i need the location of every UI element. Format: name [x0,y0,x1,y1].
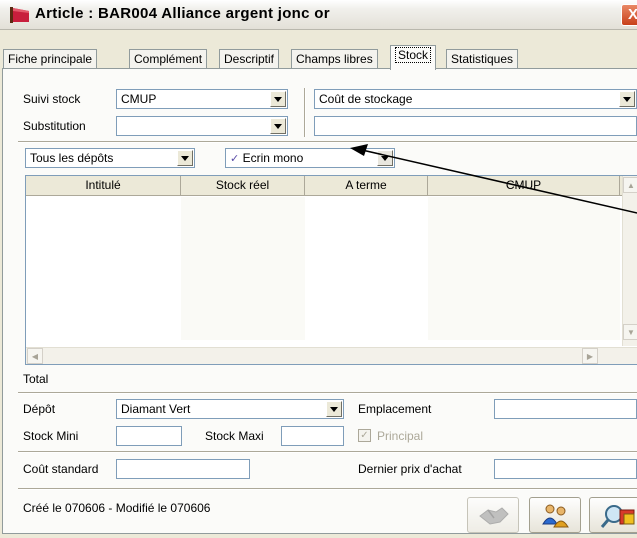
stock-mini-label: Stock Mini [23,429,79,443]
total-label: Total [23,372,49,386]
grid-header: Intitulé Stock réel A terme CMUP [26,176,637,196]
depot-label: Dépôt [23,402,56,416]
cout-standard-label: Coût standard [23,462,99,476]
divider [18,451,637,453]
suivi-stock-label: Suivi stock [23,92,81,106]
search-button[interactable] [589,497,637,533]
action-button-disabled[interactable] [467,497,519,533]
column-header-intitule[interactable]: Intitulé [26,176,181,196]
close-button[interactable]: X [621,4,637,26]
people-button[interactable] [529,497,581,533]
chevron-down-icon[interactable] [270,91,286,107]
stock-grid[interactable]: Intitulé Stock réel A terme CMUP ▲ ▼ ◀ ▶ [25,175,637,365]
stock-mini-field[interactable] [116,426,182,446]
chevron-down-icon[interactable] [326,401,342,417]
scroll-up-icon[interactable]: ▲ [623,177,637,193]
grid-column [428,197,620,340]
tab-statistiques[interactable]: Statistiques [446,49,519,69]
column-header-a-terme[interactable]: A terme [305,176,428,196]
depots-filter-select[interactable]: Tous les dépôts [25,148,195,168]
tab-descriptif[interactable]: Descriptif [219,49,280,69]
created-modified-text: Créé le 070606 - Modifié le 070606 [23,501,211,515]
grid-column [181,197,305,340]
handshake-icon [479,507,509,525]
substitution-label: Substitution [23,119,86,133]
gamme-filter-select[interactable]: ✓ Ecrin mono [225,148,395,168]
scroll-left-icon[interactable]: ◀ [27,348,43,364]
article-icon [10,7,29,23]
tab-champs-libres[interactable]: Champs libres [291,49,378,69]
divider [18,392,637,394]
users-icon [542,504,569,528]
vertical-divider [304,88,306,137]
principal-checkbox[interactable]: ✓ [358,429,371,442]
scroll-down-icon[interactable]: ▼ [623,324,637,340]
magnifier-icon [600,505,635,528]
dernier-prix-label: Dernier prix d'achat [358,462,462,476]
grid-column [26,197,181,340]
emplacement-label: Emplacement [358,402,432,416]
cout-standard-field[interactable] [116,459,250,479]
chevron-down-icon[interactable] [377,150,393,166]
depot-select[interactable]: Diamant Vert [116,399,344,419]
divider [18,141,637,143]
chevron-down-icon[interactable] [270,118,286,134]
substitution-select[interactable] [116,116,288,136]
scroll-right-icon[interactable]: ▶ [582,348,598,364]
emplacement-field[interactable] [494,399,637,419]
column-header-stock-reel[interactable]: Stock réel [181,176,305,196]
column-header-cmup[interactable]: CMUP [428,176,620,196]
grid-column [305,197,428,340]
stock-maxi-label: Stock Maxi [205,429,264,443]
title-bar[interactable]: Article : BAR004 Alliance argent jonc or… [0,0,637,30]
divider [18,488,637,490]
horizontal-scrollbar[interactable]: ◀ ▶ [26,347,637,364]
suivi-stock-select[interactable]: CMUP [116,89,288,109]
checkmark-icon: ✓ [230,153,240,165]
chevron-down-icon[interactable] [177,150,193,166]
principal-label: Principal [377,429,424,443]
tab-fiche-principale[interactable]: Fiche principale [3,49,98,69]
dernier-prix-field[interactable] [494,459,637,479]
cout-stockage-field[interactable] [314,116,637,136]
stock-maxi-field[interactable] [281,426,344,446]
chevron-down-icon[interactable] [619,91,635,107]
tab-complement[interactable]: Complément [129,49,208,69]
vertical-scrollbar[interactable]: ▲ ▼ [622,176,637,346]
window-title: Article : BAR004 Alliance argent jonc or [35,5,330,22]
cout-stockage-select[interactable]: Coût de stockage [314,89,637,109]
tab-stock[interactable]: Stock [390,45,437,70]
